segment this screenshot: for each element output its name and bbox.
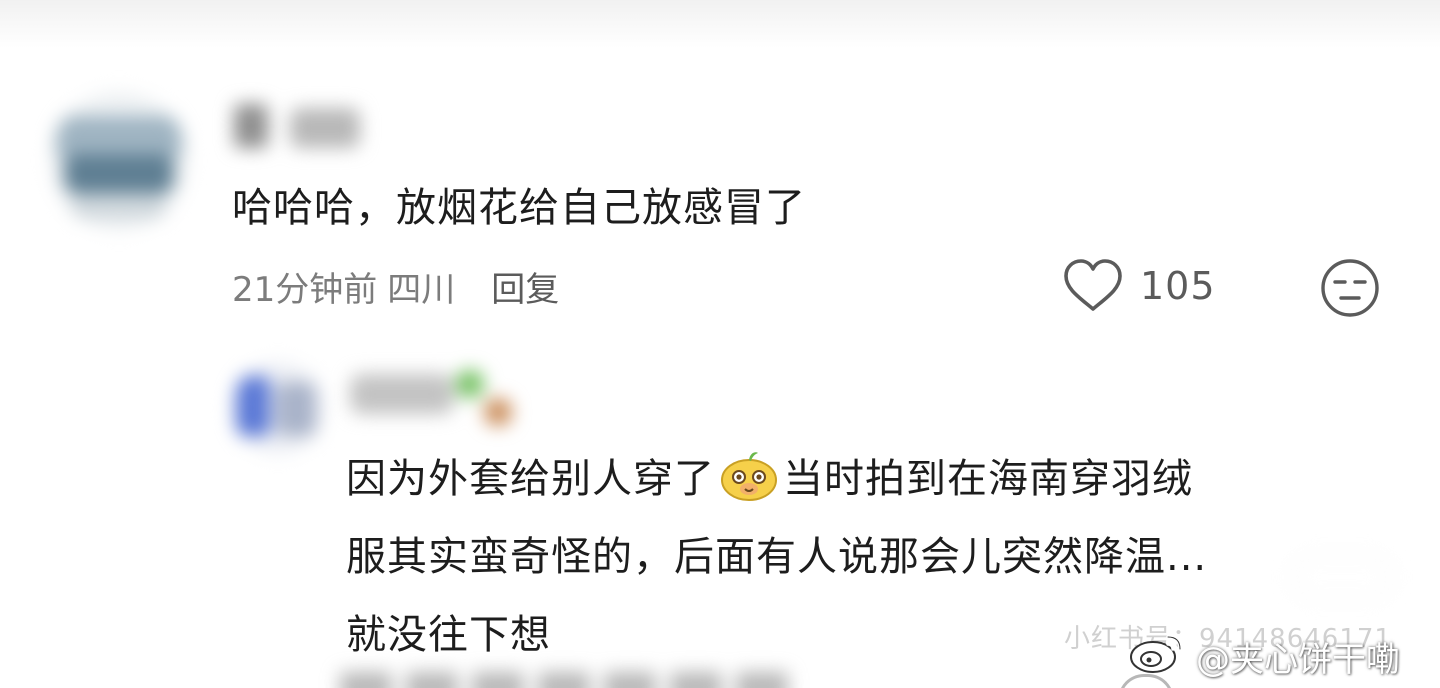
reply-line-2: 服其实蛮奇怪的，后面有人说那会儿突然降温... bbox=[346, 518, 1386, 596]
commenter-name-blurred[interactable] bbox=[226, 94, 396, 156]
comment-location: 四川 bbox=[387, 269, 456, 310]
neutral-face-icon bbox=[1318, 259, 1382, 324]
dislike-button[interactable] bbox=[1318, 256, 1382, 320]
reply-line-1: 因为外套给别人穿了 当时拍到在海南穿羽绒 bbox=[346, 440, 1386, 518]
reply-text-part: 服其实蛮奇怪的，后面有人说那会儿突然降温 bbox=[346, 534, 1166, 580]
like-count: 105 bbox=[1140, 264, 1216, 308]
reply-text-part: 当时拍到在海南穿羽绒 bbox=[783, 456, 1193, 502]
commenter-avatar[interactable] bbox=[50, 92, 188, 230]
reply-button[interactable]: 回复 bbox=[491, 262, 559, 311]
comment-meta: 21分钟前 四川 回复 bbox=[232, 258, 559, 314]
comment-section: 哈哈哈，放烟花给自己放感冒了 21分钟前 四川 回复 105 因为外套给别人穿了… bbox=[0, 0, 1440, 688]
weibo-handle: @夹心饼干嘞 bbox=[1196, 639, 1400, 680]
like-button[interactable]: 105 bbox=[1062, 256, 1216, 316]
replier-name-blurred[interactable] bbox=[344, 362, 524, 436]
comment-time: 21分钟前 bbox=[232, 269, 378, 310]
weibo-watermark: @夹心饼干嘞 bbox=[1128, 628, 1400, 684]
cartoon-sticker-emoji-icon bbox=[719, 448, 779, 502]
reply-ellipsis: ... bbox=[1166, 534, 1208, 580]
next-comment-meta-cutoff bbox=[340, 672, 860, 688]
expand-more-chip[interactable] bbox=[1292, 556, 1392, 598]
heart-icon bbox=[1062, 258, 1124, 314]
comment-text: 哈哈哈，放烟花给自己放感冒了 bbox=[232, 185, 806, 231]
replier-avatar[interactable] bbox=[232, 362, 324, 454]
reply-text-part: 因为外套给别人穿了 bbox=[346, 456, 715, 502]
